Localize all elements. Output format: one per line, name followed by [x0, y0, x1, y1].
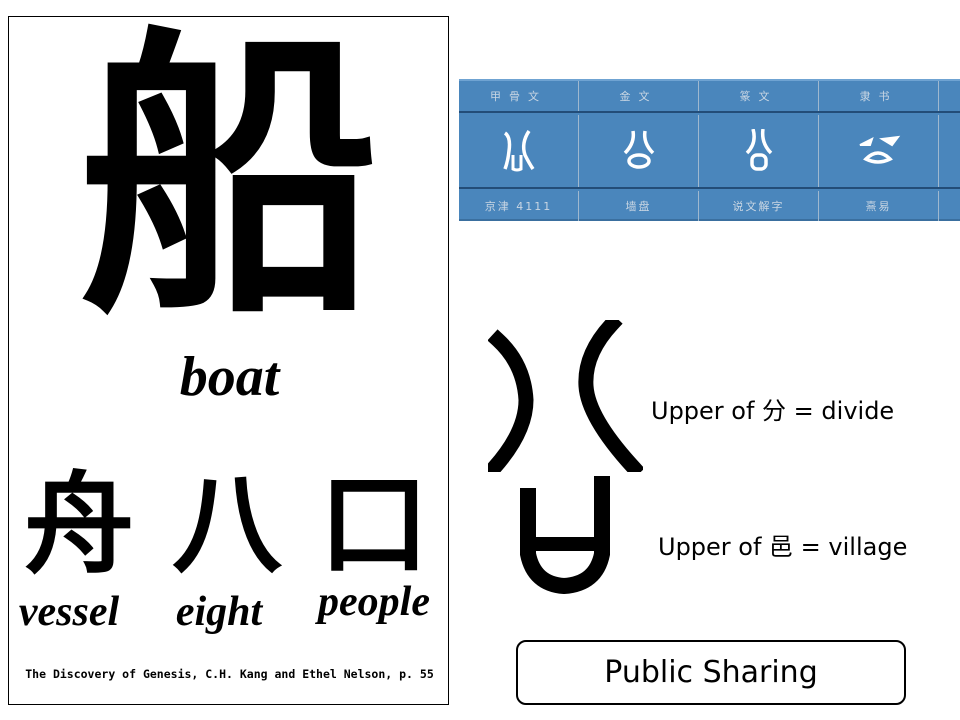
header-seal: 篆文 [699, 81, 819, 111]
source-bronze: 墙盘 [579, 191, 699, 221]
source-oracle-bone: 京津 4111 [459, 191, 579, 221]
header-bronze: 金文 [579, 81, 699, 111]
table-source-row: 京津 4111 墙盘 说文解字 熹易 [459, 191, 960, 221]
header-oracle-bone: 甲骨文 [459, 81, 579, 111]
annotation-divide: Upper of 分 = divide [651, 397, 895, 425]
component-character-people: 口 [319, 460, 429, 589]
annotation-village: Upper of 邑 = village [658, 533, 908, 561]
source-clerical: 熹易 [819, 191, 939, 221]
table-glyph-row [459, 115, 960, 189]
bronze-glyph-icon [579, 115, 699, 187]
component-character-vessel: 舟 [24, 460, 134, 589]
component-meaning-people: people [318, 579, 430, 625]
oracle-bone-glyph-icon [459, 115, 579, 187]
book-page-panel: 船 boat 舟 八 口 vessel eight people The Dis… [8, 16, 449, 705]
component-meaning-eight: eight [175, 589, 263, 635]
seal-glyph-icon [699, 115, 819, 187]
village-upper-glyph-icon [520, 476, 610, 594]
script-evolution-table: 甲骨文 金文 篆文 隶书 京津 4111 墙盘 说文解字 熹易 [459, 79, 960, 221]
clerical-glyph-icon [819, 115, 939, 187]
header-clerical: 隶书 [819, 81, 939, 111]
public-sharing-button[interactable]: Public Sharing [516, 640, 906, 705]
source-seal: 说文解字 [699, 191, 819, 221]
main-meaning: boat [179, 346, 280, 408]
table-header-row: 甲骨文 金文 篆文 隶书 [459, 81, 960, 113]
component-meaning-vessel: vessel [18, 589, 120, 635]
main-character: 船 [79, 0, 379, 353]
divide-upper-glyph-icon [488, 320, 643, 472]
citation: The Discovery of Genesis, C.H. Kang and … [25, 667, 434, 681]
component-character-eight: 八 [172, 460, 282, 589]
